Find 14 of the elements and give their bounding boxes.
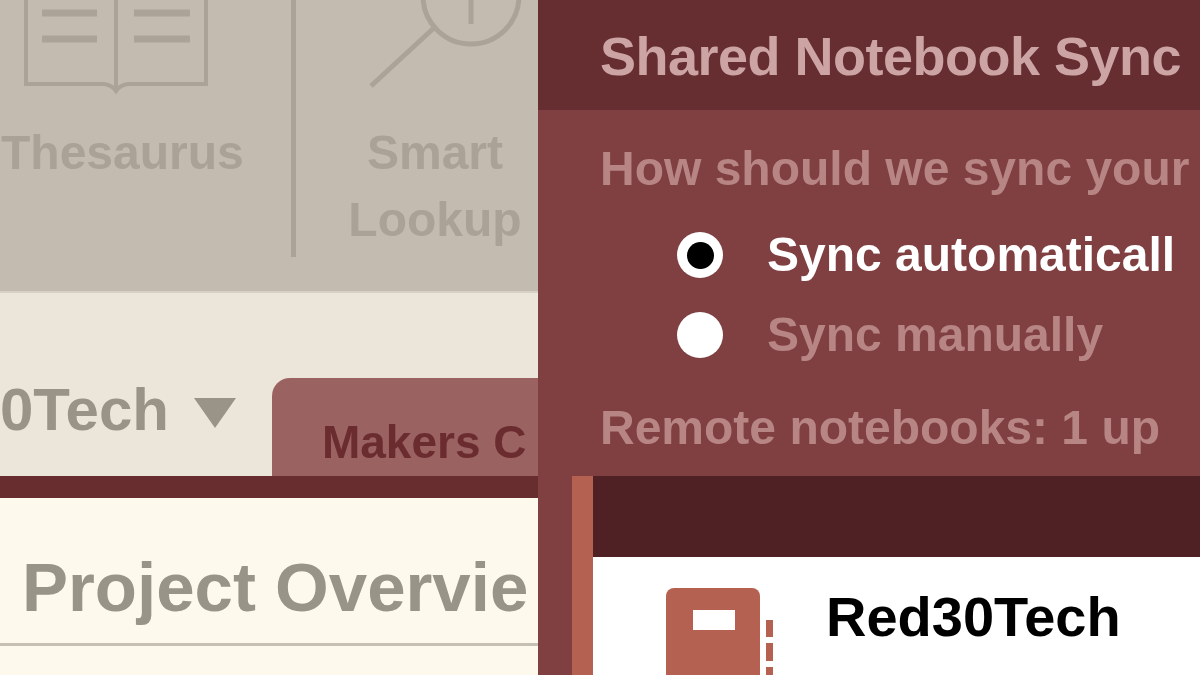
- notebook-icon: [666, 588, 774, 675]
- notebook-dropdown[interactable]: 0Tech: [0, 380, 236, 440]
- caret-icon: [193, 398, 236, 428]
- radio-button[interactable]: [677, 232, 723, 278]
- question-text: How should we sync your: [600, 141, 1191, 197]
- radio-label: Sync automaticall: [767, 227, 1176, 283]
- page-title: Project Overvie: [21, 550, 530, 626]
- radio-button[interactable]: [677, 312, 723, 358]
- book-icon: [24, 0, 210, 95]
- status-text: Remote notebooks: 1 up: [600, 400, 1162, 456]
- radio-label: Sync manually: [767, 307, 1104, 363]
- search-icon: [368, 0, 522, 88]
- dialog-title: Shared Notebook Sync: [600, 25, 1183, 87]
- notebook-list-item[interactable]: Red30Tech: [593, 557, 1200, 675]
